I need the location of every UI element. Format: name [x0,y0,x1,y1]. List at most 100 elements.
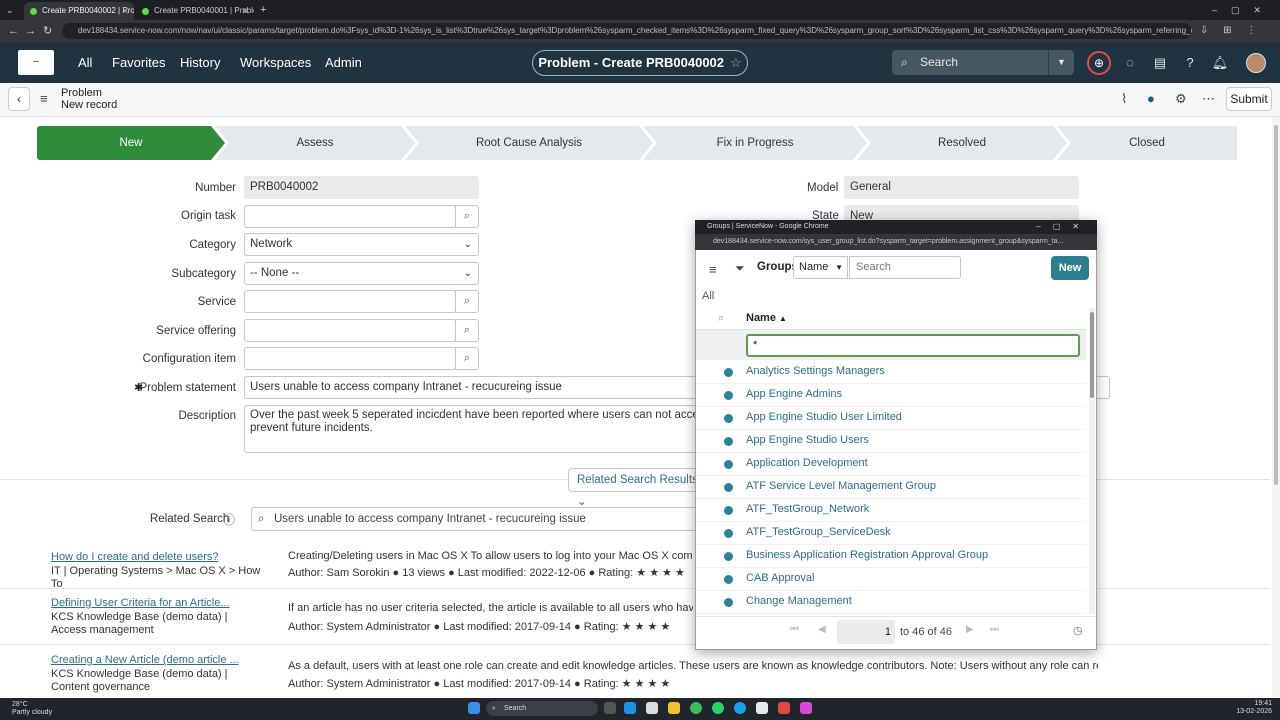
preview-icon[interactable] [724,506,733,515]
settings-sliders-icon[interactable]: ⚙ [1175,91,1187,107]
star-icon[interactable]: ☆ [730,55,742,70]
preview-icon[interactable] [724,391,733,400]
globe-icon[interactable]: ⊕ [1087,51,1111,75]
group-name-link[interactable]: App Engine Admins [746,388,842,400]
preview-icon[interactable] [724,598,733,607]
forward-arrow-icon[interactable]: → [25,23,36,39]
hamburger-icon[interactable]: ≡ [709,262,717,277]
hamburger-icon[interactable]: ≡ [40,91,48,106]
subcategory-select[interactable]: -- None -- ⌄ [244,262,479,285]
reload-icon[interactable]: ↻ [43,23,52,39]
search-icon[interactable]: ⌕ [455,205,479,228]
list-item[interactable]: Business Application Registration Approv… [696,545,1086,568]
list-item[interactable]: App Engine Studio Users [696,430,1086,453]
new-button[interactable]: New [1051,256,1089,280]
app-icon[interactable] [778,702,790,714]
kb-article-title[interactable]: Defining User Criteria for an Article... [51,597,230,609]
preview-icon[interactable] [724,483,733,492]
problem-statement-field[interactable]: Users unable to access company Intranet … [244,376,704,399]
group-name-link[interactable]: Change Management [746,595,852,607]
list-item[interactable]: CAB Approval [696,568,1086,591]
next-page-icon[interactable]: ▶ [966,624,974,635]
search-field-select[interactable]: Name ▼ [793,256,848,279]
window-controls[interactable]: –▢✕ [1212,2,1275,18]
widgets-icon[interactable] [646,702,658,714]
list-item[interactable]: ATF_TestGroup_ServiceDesk [696,522,1086,545]
column-filter-input[interactable]: * [746,334,1080,357]
stage-fix-in-progress[interactable]: Fix in Progress [643,126,867,160]
company-logo[interactable]: ▪▪▪ [18,50,54,75]
global-search[interactable]: ⌕ Search ▼ [892,50,1074,75]
scrollbar-thumb[interactable] [1274,125,1278,485]
preview-icon[interactable] [724,460,733,469]
list-item[interactable]: App Engine Admins [696,384,1086,407]
taskbar-search[interactable]: ⌕ Search [486,701,598,716]
preview-icon[interactable] [724,552,733,561]
browser-extension-icons[interactable]: ⇩ ⊞ ⋮ [1200,23,1262,39]
close-tab-icon[interactable]: ✕ [121,2,129,20]
group-name-link[interactable]: App Engine Studio Users [746,434,869,446]
group-name-link[interactable]: Business Application Registration Approv… [746,549,988,561]
group-name-link[interactable]: ATF Service Level Management Group [746,480,936,492]
column-header-name[interactable]: Name ▲ [746,312,787,324]
list-item[interactable]: ATF_TestGroup_Network [696,499,1086,522]
browser-tab-1[interactable]: Create PRB0040002 | Problem | ...✕ [24,2,134,20]
stage-closed[interactable]: Closed [1057,126,1237,160]
edge-icon[interactable] [734,702,746,714]
app-icon[interactable] [800,702,812,714]
group-name-link[interactable]: App Engine Studio User Limited [746,411,902,423]
category-select[interactable]: Network ⌄ [244,233,479,256]
list-item[interactable]: App Engine Studio User Limited [696,407,1086,430]
back-arrow-icon[interactable]: ← [8,23,19,39]
close-tab-icon[interactable]: ✕ [241,2,249,20]
service-offering-field[interactable] [244,319,456,342]
stage-assess[interactable]: Assess [215,126,415,160]
more-icon[interactable]: ⋯ [1202,91,1215,107]
stage-new[interactable]: New [37,126,225,160]
popup-window-controls[interactable]: –▢✕ [1036,220,1091,234]
stage-resolved[interactable]: Resolved [857,126,1067,160]
windows-start-icon[interactable] [468,702,480,714]
help-circle-icon[interactable]: ⓘ [223,511,235,528]
breadcrumb[interactable]: All [702,290,714,302]
list-item[interactable]: Application Development [696,453,1086,476]
search-icon[interactable]: ⌕ [455,347,479,370]
search-icon[interactable]: ⌕ [455,319,479,342]
related-search-input[interactable]: ⌕ Users unable to access company Intrane… [251,507,701,531]
nav-history[interactable]: History [180,55,220,71]
scrollbar-thumb[interactable] [1090,312,1094,398]
help-icon[interactable]: ? [1181,54,1199,72]
nav-favorites[interactable]: Favorites [112,55,165,71]
page-scrollbar[interactable] [1272,117,1280,697]
help-circle-icon[interactable]: ● [1147,91,1155,106]
back-button[interactable]: ‹ [8,87,30,111]
list-item[interactable]: Change Management [696,591,1086,614]
chrome-icon[interactable] [690,702,702,714]
list-search-input[interactable]: Search [849,256,961,279]
preview-icon[interactable] [724,575,733,584]
tab-search-icon[interactable]: ⌄ [6,2,14,18]
nav-admin[interactable]: Admin [325,55,362,71]
file-explorer-icon[interactable] [668,702,680,714]
filter-icon[interactable]: ⏷ [735,261,745,276]
list-item[interactable]: ATF Service Level Management Group [696,476,1086,499]
group-name-link[interactable]: Application Development [746,457,868,469]
service-field[interactable] [244,290,456,313]
nav-workspaces[interactable]: Workspaces [240,55,311,71]
list-item[interactable]: Analytics Settings Managers [696,361,1086,384]
bell-icon[interactable]: 🔔︎ [1211,54,1229,72]
previous-page-icon[interactable]: ◀ [818,624,826,635]
preview-icon[interactable] [724,529,733,538]
preview-icon[interactable] [724,437,733,446]
page-number-input[interactable]: 1 [837,620,895,644]
search-icon[interactable]: ⌕ [455,290,479,313]
related-search-results-button[interactable]: Related Search Results ⌄ [568,468,700,508]
clock[interactable]: 19:41 13-02-2026 [1232,700,1272,716]
search-icon[interactable]: ⌕ [718,312,724,325]
list-scrollbar[interactable] [1089,308,1095,614]
group-name-link[interactable]: ATF_TestGroup_ServiceDesk [746,526,891,538]
avatar[interactable] [1246,53,1266,73]
kb-article-title[interactable]: Creating a New Article (demo article ... [51,654,239,666]
nav-all[interactable]: All [78,55,92,71]
weather-widget[interactable]: 28°C Partly cloudy [12,701,52,717]
